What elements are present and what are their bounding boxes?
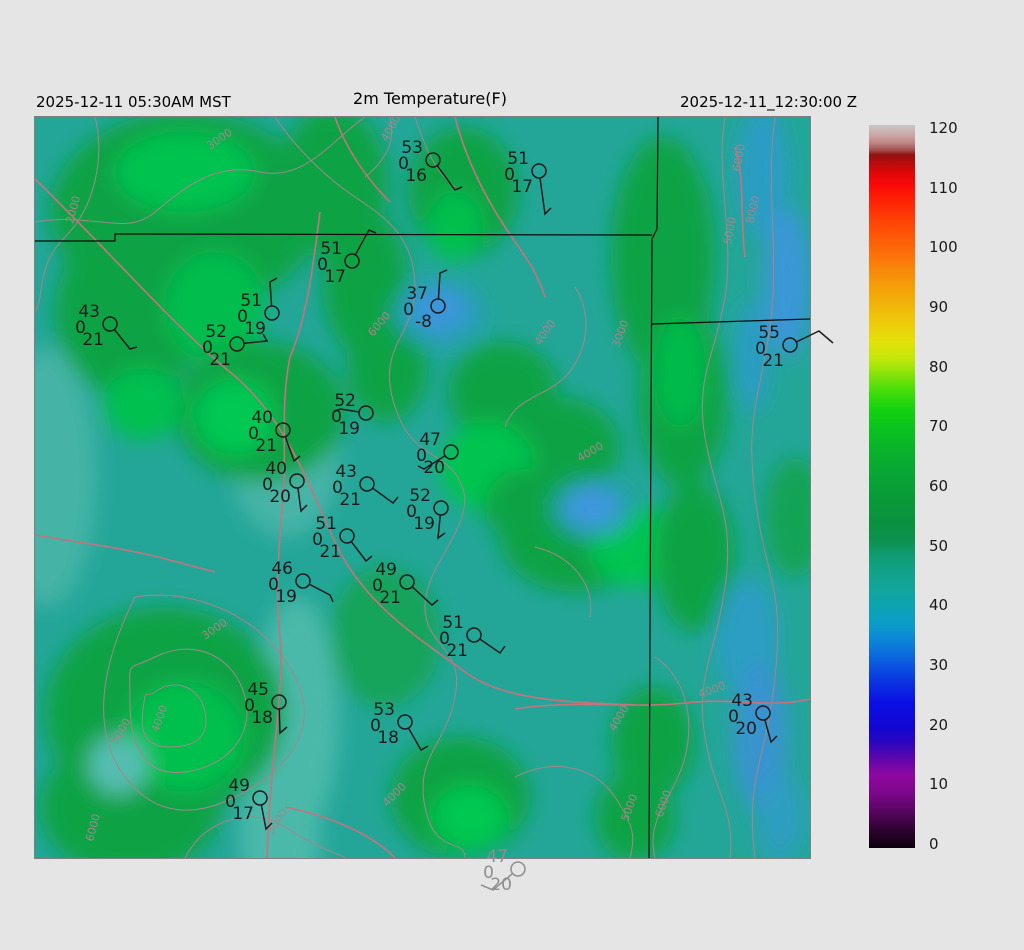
- colorbar-tick-label: 60: [929, 477, 949, 495]
- station-dewpoint: 20: [490, 875, 512, 895]
- colorbar-tick-label: 0: [929, 835, 939, 853]
- station-circle: [510, 861, 526, 877]
- colorbar-tick-label: 70: [929, 417, 949, 436]
- colorbar-tick-label: 50: [929, 536, 949, 555]
- colorbar-gradient: [869, 125, 915, 848]
- colorbar-tick-label: 120: [929, 119, 958, 137]
- station-left-value: 0: [483, 863, 494, 883]
- weather-map-figure: 2025-12-11 05:30AM MST 2m Temperature(F)…: [0, 0, 1024, 950]
- colorbar-tick-label: 30: [929, 656, 949, 674]
- temperature-field: 40002000300060008000600050004000 30004000…: [35, 117, 810, 858]
- colorbar-tick-label: 80: [929, 357, 949, 376]
- colorbar-tick-label: 10: [929, 775, 949, 794]
- colorbar-tick-label: 40: [929, 596, 949, 615]
- colorbar-tick-label: 20: [929, 715, 949, 734]
- colorbar-tick-label: 90: [929, 298, 949, 316]
- colorbar-tick-label: 100: [929, 238, 958, 257]
- temperature-map: 4000 2000 3000 6000 8000 6000 5000 4000 3000 4000…: [34, 116, 811, 859]
- wind-barb: [480, 873, 513, 891]
- colorbar-tick-label: 110: [929, 178, 958, 197]
- valid-timestamp: 2025-12-11_12:30:00 Z: [680, 93, 858, 111]
